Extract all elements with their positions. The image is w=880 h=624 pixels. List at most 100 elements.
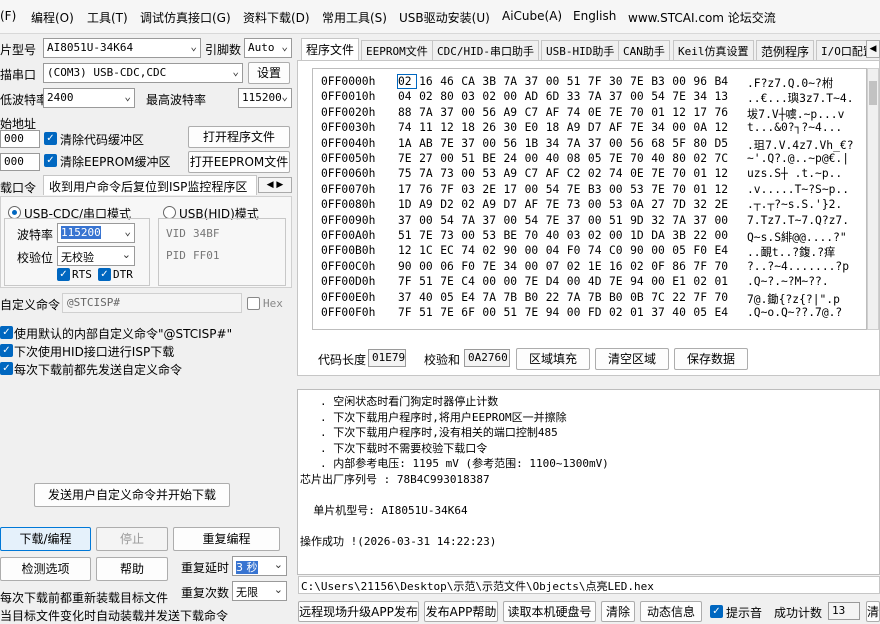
menu-aicube[interactable]: AiCube(A): [502, 9, 562, 23]
hex-byte[interactable]: A9: [504, 106, 522, 119]
hex-byte[interactable]: 03: [461, 183, 479, 196]
hex-byte[interactable]: 17: [398, 183, 416, 196]
hex-byte[interactable]: 7E: [630, 121, 648, 134]
hex-byte[interactable]: 00: [419, 260, 437, 273]
hex-byte[interactable]: 6F: [461, 306, 479, 319]
custom-cmd-input[interactable]: @STCISP#: [62, 293, 242, 313]
hex-byte[interactable]: 22: [546, 291, 564, 304]
hex-byte[interactable]: 02: [609, 306, 627, 319]
hex-byte[interactable]: B0: [609, 291, 627, 304]
hex-byte[interactable]: 6D: [546, 90, 564, 103]
hex-byte[interactable]: 51: [419, 275, 437, 288]
hex-byte[interactable]: 32: [651, 214, 669, 227]
hex-byte[interactable]: 7A: [567, 137, 585, 150]
hex-byte[interactable]: 56: [504, 137, 522, 150]
hex-byte[interactable]: 04: [546, 244, 564, 257]
hex-byte[interactable]: 00: [588, 198, 606, 211]
hex-byte[interactable]: 74: [461, 244, 479, 257]
hex-byte[interactable]: 22: [672, 291, 690, 304]
hid-next-checkbox[interactable]: ✓: [0, 344, 13, 357]
hex-byte[interactable]: 0F: [651, 260, 669, 273]
hex-byte[interactable]: BE: [504, 229, 522, 242]
hex-byte[interactable]: 02: [588, 167, 606, 180]
hex-byte[interactable]: 7B: [588, 291, 606, 304]
hex-byte[interactable]: A9: [567, 121, 585, 134]
auto-reload-label[interactable]: 当目标文件变化时自动装载并发送下载命令: [0, 607, 228, 624]
tab-eeprom-file[interactable]: EEPROM文件: [361, 40, 433, 60]
clear-area-button[interactable]: 清空区域: [595, 348, 669, 370]
hex-byte[interactable]: 00: [504, 275, 522, 288]
hex-byte[interactable]: 37: [525, 75, 543, 88]
hex-byte[interactable]: 76: [715, 106, 733, 119]
sound-checkbox[interactable]: ✓: [710, 605, 723, 618]
hex-byte[interactable]: 00: [546, 75, 564, 88]
send-cmd-before-checkbox[interactable]: ✓: [0, 362, 13, 375]
hex-byte[interactable]: 7C: [715, 152, 733, 165]
hex-byte[interactable]: B3: [651, 75, 669, 88]
hex-byte[interactable]: 02: [567, 260, 585, 273]
hex-byte[interactable]: F0: [693, 244, 711, 257]
hex-byte[interactable]: 37: [651, 306, 669, 319]
hex-byte[interactable]: 40: [651, 152, 669, 165]
tab-program-file[interactable]: 程序文件: [301, 38, 360, 61]
hex-byte[interactable]: 88: [398, 106, 416, 119]
hex-byte[interactable]: 03: [461, 90, 479, 103]
hex-byte[interactable]: 3B: [482, 75, 500, 88]
hex-byte[interactable]: 37: [482, 214, 500, 227]
settings-button[interactable]: 设置: [248, 62, 290, 84]
hex-byte[interactable]: 7E: [482, 260, 500, 273]
hex-byte[interactable]: 00: [419, 214, 437, 227]
hex-byte[interactable]: 7E: [440, 137, 458, 150]
hex-byte[interactable]: AB: [419, 137, 437, 150]
hex-byte[interactable]: 05: [693, 306, 711, 319]
open-eeprom-file-button[interactable]: 打开EEPROM文件: [188, 151, 290, 173]
hex-byte[interactable]: 13: [715, 90, 733, 103]
hex-byte[interactable]: 00: [482, 275, 500, 288]
hex-byte[interactable]: D2: [440, 198, 458, 211]
hex-byte[interactable]: 00: [715, 229, 733, 242]
hex-byte[interactable]: 7E: [630, 75, 648, 88]
hex-byte[interactable]: B4: [715, 75, 733, 88]
hex-byte[interactable]: 02: [630, 260, 648, 273]
hex-byte[interactable]: 06: [440, 260, 458, 273]
hex-byte[interactable]: F0: [567, 244, 585, 257]
hex-byte[interactable]: 70: [525, 229, 543, 242]
hex-byte[interactable]: 18: [546, 121, 564, 134]
hex-byte[interactable]: 00: [525, 244, 543, 257]
menu-file[interactable]: (F): [0, 9, 16, 23]
hex-byte[interactable]: 16: [419, 75, 437, 88]
hex-byte[interactable]: 40: [546, 229, 564, 242]
hex-byte[interactable]: B0: [525, 291, 543, 304]
hex-byte[interactable]: 7D: [672, 198, 690, 211]
hex-byte[interactable]: 74: [398, 121, 416, 134]
hex-byte[interactable]: 51: [567, 75, 585, 88]
hex-byte[interactable]: 1C: [419, 244, 437, 257]
hex-byte[interactable]: 12: [715, 183, 733, 196]
hex-byte[interactable]: 7A: [419, 106, 437, 119]
hex-byte[interactable]: AF: [525, 198, 543, 211]
hex-byte[interactable]: 00: [651, 244, 669, 257]
eeprom-start-address[interactable]: 000: [0, 153, 40, 171]
hex-byte[interactable]: B3: [588, 183, 606, 196]
hex-byte[interactable]: 27: [651, 198, 669, 211]
hex-byte[interactable]: AF: [546, 106, 564, 119]
menu-tools[interactable]: 工具(T): [87, 9, 128, 26]
hex-byte[interactable]: 18: [461, 121, 479, 134]
clear-count-button[interactable]: 清: [866, 601, 880, 622]
min-baud-select[interactable]: 2400 ⌄: [43, 88, 135, 108]
hex-byte[interactable]: 26: [482, 121, 500, 134]
clear-code-checkbox[interactable]: ✓: [44, 132, 57, 145]
hex-byte[interactable]: 30: [609, 75, 627, 88]
hex-byte[interactable]: 90: [398, 260, 416, 273]
hex-byte[interactable]: 7F: [398, 275, 416, 288]
hex-byte[interactable]: 01: [715, 275, 733, 288]
hex-byte[interactable]: 1D: [630, 229, 648, 242]
tab-can[interactable]: CAN助手: [618, 40, 670, 60]
hex-byte[interactable]: 07: [546, 260, 564, 273]
hex-byte[interactable]: 56: [630, 137, 648, 150]
save-data-button[interactable]: 保存数据: [674, 348, 748, 370]
hex-byte[interactable]: 17: [693, 106, 711, 119]
hex-byte[interactable]: D7: [588, 121, 606, 134]
hex-byte[interactable]: 12: [715, 167, 733, 180]
hex-byte[interactable]: 00: [461, 106, 479, 119]
